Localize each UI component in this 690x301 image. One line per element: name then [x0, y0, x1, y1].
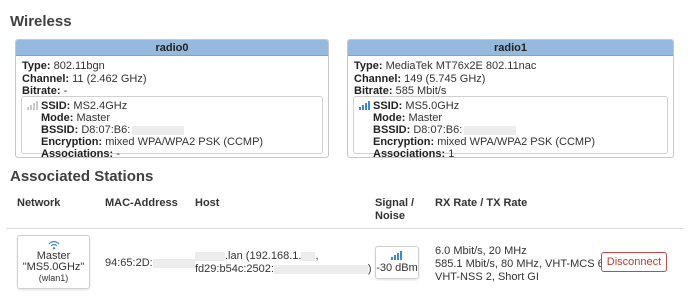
radio0-ssid-box[interactable]: SSID: MS2.4GHz Mode: Master BSSID: D8:07… — [21, 96, 323, 160]
radio0-panel: radio0 Type: 802.11bgn Channel: 11 (2.46… — [15, 39, 329, 160]
encryption-value: mixed WPA/WPA2 PSK (CCMP) — [437, 136, 596, 148]
encryption-value: mixed WPA/WPA2 PSK (CCMP) — [105, 136, 264, 148]
channel-label: Channel: — [354, 72, 402, 85]
radio0-info: Type: 802.11bgn Channel: 11 (2.462 GHz) … — [16, 56, 328, 98]
associations-label: Associations: — [373, 148, 446, 160]
radio1-panel: radio1 Type: MediaTek MT76x2E 802.11nac … — [347, 39, 674, 160]
rate-cell: 6.0 Mbit/s, 20 MHz 585.1 Mbit/s, 80 MHz,… — [435, 245, 607, 284]
associations-label: Associations: — [41, 148, 114, 160]
type-label: Type: — [354, 60, 383, 72]
radio0-header: radio0 — [16, 40, 328, 56]
type-value: MediaTek MT76x2E 802.11nac — [385, 60, 537, 72]
radio1-header: radio1 — [348, 40, 673, 56]
redacted-block — [132, 125, 185, 135]
ssid-label: SSID: — [41, 100, 71, 112]
encryption-label: Encryption: — [373, 136, 435, 148]
mode-label: Mode: — [41, 112, 74, 124]
host-line2-end: ) — [367, 263, 372, 275]
rx-rate: 6.0 Mbit/s, 20 MHz — [435, 245, 527, 257]
host-line2: fd29:b54c:2502: — [195, 263, 274, 275]
mode-value: Master — [76, 112, 111, 124]
channel-value: 11 (2.462 GHz) — [72, 72, 147, 85]
signal-strength-icon — [391, 251, 403, 260]
bssid-value: D8:07:B6: — [413, 124, 463, 136]
signal-card: -30 dBm — [375, 246, 419, 279]
col-signal-line1: Signal / — [375, 197, 415, 209]
bssid-label: BSSID: — [41, 124, 79, 136]
tx-rate-line2: VHT-NSS 2, Short GI — [435, 271, 539, 283]
mac-value: 94:65:2D: — [105, 257, 153, 269]
network-card[interactable]: Master "MS5.0GHz" (wlan1) — [17, 235, 90, 289]
disconnect-button[interactable]: Disconnect — [601, 252, 667, 272]
signal-strength-icon — [27, 101, 38, 110]
col-rate: RX Rate / TX Rate — [435, 197, 528, 209]
ssid-value: MS5.0GHz — [405, 100, 460, 112]
channel-value: 149 (5.745 GHz) — [404, 72, 486, 85]
redacted-block — [273, 264, 368, 274]
type-label: Type: — [22, 60, 51, 72]
associations-value: 1 — [448, 148, 455, 160]
bssid-value: D8:07:B6: — [81, 124, 131, 136]
wifi-icon — [48, 240, 59, 250]
tx-rate-line1: 585.1 Mbit/s, 80 MHz, VHT-MCS 6, — [435, 258, 607, 270]
col-mac: MAC-Address — [105, 197, 178, 209]
network-ssid: "MS5.0GHz" — [22, 261, 85, 273]
ssid-label: SSID: — [373, 100, 403, 112]
type-value: 802.11bgn — [53, 60, 105, 72]
channel-label: Channel: — [22, 72, 70, 85]
mode-label: Mode: — [373, 112, 406, 124]
table-divider — [6, 228, 684, 229]
encryption-label: Encryption: — [41, 136, 103, 148]
mac-cell: 94:65:2D: — [105, 257, 195, 270]
bssid-label: BSSID: — [373, 124, 411, 136]
wireless-title: Wireless — [10, 13, 72, 30]
network-iface: (wlan1) — [38, 273, 69, 283]
redacted-block — [301, 251, 316, 261]
col-signal: Signal / Noise — [375, 197, 414, 223]
radio1-ssid-box[interactable]: SSID: MS5.0GHz Mode: Master BSSID: D8:07… — [353, 96, 668, 160]
redacted-block — [195, 251, 225, 261]
signal-strength-icon — [359, 101, 370, 110]
host-cell: .lan (192.168.1., fd29:b54c:2502:) — [195, 250, 372, 276]
col-host: Host — [195, 197, 220, 209]
redacted-block — [152, 258, 195, 268]
radio1-info: Type: MediaTek MT76x2E 802.11nac Channel… — [348, 56, 673, 98]
redacted-block — [464, 125, 517, 135]
host-line1-end: , — [315, 250, 319, 262]
signal-value: -30 dBm — [376, 262, 418, 274]
mode-value: Master — [408, 112, 443, 124]
ssid-value: MS2.4GHz — [73, 100, 128, 112]
col-network: Network — [17, 197, 61, 209]
host-line1: .lan (192.168.1. — [225, 250, 302, 262]
stations-title: Associated Stations — [10, 168, 154, 185]
col-signal-line2: Noise — [375, 210, 405, 222]
associations-value: - — [116, 148, 120, 160]
